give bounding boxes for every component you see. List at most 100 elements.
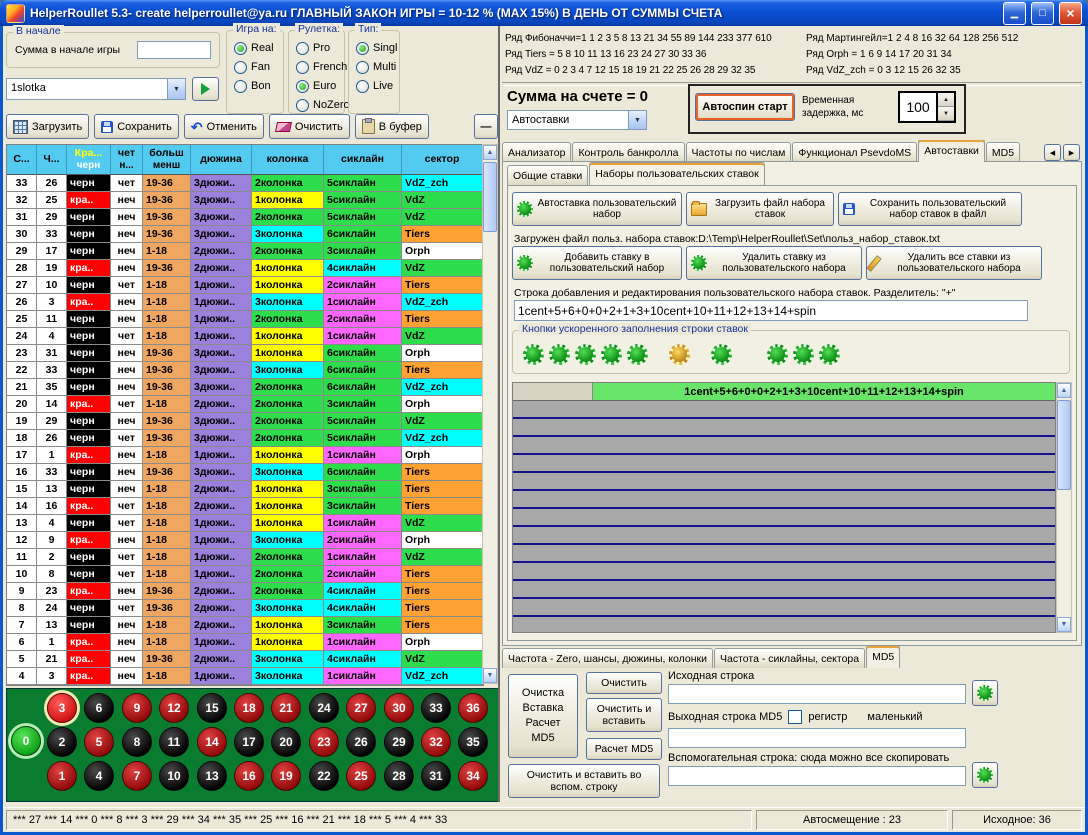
md5-clear-button[interactable]: Очистить <box>586 672 662 694</box>
board-number-34[interactable]: 34 <box>458 761 488 791</box>
list-row[interactable] <box>513 617 1055 633</box>
board-number-30[interactable]: 30 <box>384 693 414 723</box>
list-scrollbar[interactable] <box>1056 382 1072 633</box>
board-number-8[interactable]: 8 <box>122 727 152 757</box>
table-row[interactable]: 3129черннеч19-363дюжи..2колонка5сиклайнV… <box>7 209 483 226</box>
list-row[interactable] <box>513 563 1055 581</box>
close-button[interactable] <box>1059 2 1082 25</box>
table-row[interactable]: 129кра..неч1-181дюжи..3колонка2сиклайнOr… <box>7 532 483 549</box>
spinner-up-icon[interactable] <box>938 93 954 107</box>
radio-euro[interactable]: Euro <box>289 78 344 94</box>
list-row[interactable] <box>513 437 1055 455</box>
radio-multi[interactable]: Multi <box>349 59 399 75</box>
board-number-29[interactable]: 29 <box>384 727 414 757</box>
table-row[interactable]: 3033черннеч19-363дюжи..3колонка6сиклайнT… <box>7 226 483 243</box>
table-row[interactable]: 2511черннеч1-181дюжи..2колонка2сиклайнTi… <box>7 311 483 328</box>
tab-freq-sixlines-sectors[interactable]: Частота - сиклайны, сектора <box>714 648 865 668</box>
table-scrollbar[interactable] <box>482 144 498 684</box>
board-number-5[interactable]: 5 <box>84 727 114 757</box>
board-number-25[interactable]: 25 <box>346 761 376 791</box>
table-row[interactable]: 923кра..неч19-362дюжи..2колонка4сиклайнT… <box>7 583 483 600</box>
table-row[interactable]: 2135черннеч19-363дюжи..2колонка6сиклайнV… <box>7 379 483 396</box>
aux-chip-button[interactable] <box>972 762 998 788</box>
autospin-start-button[interactable]: Автоспин старт <box>695 93 795 121</box>
scroll-thumb[interactable] <box>1057 400 1071 490</box>
chip-button[interactable] <box>523 344 544 365</box>
tab-analyzer[interactable]: Анализатор <box>502 142 571 162</box>
bet-string-input[interactable] <box>514 300 1028 321</box>
list-row[interactable] <box>513 401 1055 419</box>
play-button[interactable] <box>192 77 219 101</box>
md5-clear-paste-calc-button[interactable]: Очистка Вставка Расчет MD5 <box>508 674 578 758</box>
board-number-18[interactable]: 18 <box>234 693 264 723</box>
list-row[interactable] <box>513 419 1055 437</box>
tab-autobets[interactable]: Автоставки <box>918 140 985 162</box>
chip-button[interactable] <box>601 344 622 365</box>
board-number-6[interactable]: 6 <box>84 693 114 723</box>
table-row[interactable]: 263кра..неч1-181дюжи..3колонка1сиклайнVd… <box>7 294 483 311</box>
board-number-14[interactable]: 14 <box>197 727 227 757</box>
load-bet-file-button[interactable]: Загрузить файл набора ставок <box>686 192 834 226</box>
table-row[interactable]: 521кра..неч19-362дюжи..3колонка4сиклайнV… <box>7 651 483 668</box>
table-row[interactable]: 1826чернчет19-363дюжи..2колонка5сиклайнV… <box>7 430 483 447</box>
case-checkbox[interactable] <box>788 710 802 724</box>
slot-combo[interactable]: 1slotka <box>6 78 186 100</box>
tab-number-frequencies[interactable]: Частоты по числам <box>686 142 792 162</box>
collapse-button[interactable]: — <box>474 114 498 139</box>
radio-real[interactable]: Real <box>227 40 283 56</box>
chevron-down-icon[interactable] <box>628 111 646 129</box>
scroll-thumb[interactable] <box>483 162 497 232</box>
board-number-28[interactable]: 28 <box>384 761 414 791</box>
radio-singl[interactable]: Singl <box>349 40 399 56</box>
tab-md5[interactable]: MD5 <box>986 142 1020 162</box>
table-row[interactable]: 61кра..неч1-181дюжи..1колонка1сиклайнOrp… <box>7 634 483 651</box>
table-row[interactable]: 1513черннеч1-182дюжи..1колонка3сиклайнTi… <box>7 481 483 498</box>
source-string-input[interactable] <box>668 684 966 704</box>
radio-bon[interactable]: Bon <box>227 78 283 94</box>
table-row[interactable]: 3225кра..неч19-363дюжи..1колонка5сиклайн… <box>7 192 483 209</box>
table-row[interactable]: 2710чернчет1-181дюжи..1колонка2сиклайнTi… <box>7 277 483 294</box>
table-row[interactable]: 108чернчет1-181дюжи..2колонка2сиклайнTie… <box>7 566 483 583</box>
board-number-36[interactable]: 36 <box>458 693 488 723</box>
board-number-15[interactable]: 15 <box>197 693 227 723</box>
minimize-button[interactable] <box>1003 2 1026 25</box>
board-number-10[interactable]: 10 <box>159 761 189 791</box>
radio-fan[interactable]: Fan <box>227 59 283 75</box>
list-row[interactable] <box>513 491 1055 509</box>
list-row[interactable] <box>513 509 1055 527</box>
table-row[interactable]: 134чернчет1-181дюжи..1колонка1сиклайнVdZ <box>7 515 483 532</box>
board-number-12[interactable]: 12 <box>159 693 189 723</box>
scroll-down-icon[interactable] <box>1057 617 1071 632</box>
board-number-1[interactable]: 1 <box>47 761 77 791</box>
scroll-track[interactable] <box>483 160 497 668</box>
list-row[interactable] <box>513 545 1055 563</box>
chip-button[interactable] <box>575 344 596 365</box>
table-row[interactable]: 1416кра..чет1-182дюжи..1колонка3сиклайнT… <box>7 498 483 515</box>
scroll-down-icon[interactable] <box>483 668 497 683</box>
board-number-4[interactable]: 4 <box>84 761 114 791</box>
board-number-3[interactable]: 3 <box>47 693 77 723</box>
source-chip-button[interactable] <box>972 680 998 706</box>
board-number-31[interactable]: 31 <box>421 761 451 791</box>
board-number-23[interactable]: 23 <box>309 727 339 757</box>
table-row[interactable]: 1929черннеч19-363дюжи..2колонка5сиклайнV… <box>7 413 483 430</box>
autobet-mode-combo[interactable]: Автоставки <box>507 110 647 130</box>
chip-button[interactable] <box>767 344 788 365</box>
tab-scroll-right-icon[interactable] <box>1063 144 1080 161</box>
board-number-9[interactable]: 9 <box>122 693 152 723</box>
chip-button[interactable] <box>669 344 690 365</box>
radio-nozero[interactable]: NoZero <box>289 97 344 113</box>
paste-to-aux-button[interactable]: Очистить и вставить во вспом. строку <box>508 764 660 798</box>
board-number-13[interactable]: 13 <box>197 761 227 791</box>
table-row[interactable]: 1633черннеч19-363дюжи..3колонка6сиклайнT… <box>7 464 483 481</box>
scroll-up-icon[interactable] <box>483 145 497 160</box>
chip-button[interactable] <box>793 344 814 365</box>
remove-bet-button[interactable]: Удалить ставку из пользовательского набо… <box>686 246 862 280</box>
table-row[interactable]: 112чернчет1-181дюжи..2колонка1сиклайнVdZ <box>7 549 483 566</box>
chip-button[interactable] <box>711 344 732 365</box>
md5-calc-button[interactable]: Расчет MD5 <box>586 738 662 760</box>
board-number-24[interactable]: 24 <box>309 693 339 723</box>
board-number-2[interactable]: 2 <box>47 727 77 757</box>
board-number-26[interactable]: 26 <box>346 727 376 757</box>
maximize-button[interactable] <box>1031 2 1054 25</box>
